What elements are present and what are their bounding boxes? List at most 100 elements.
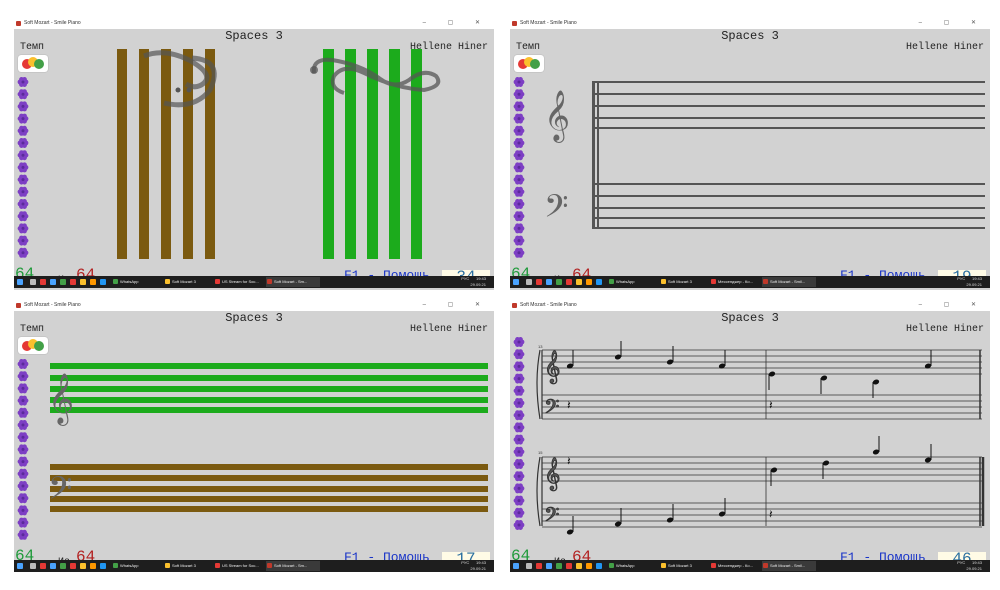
taskbar-app-label: US Stream for Soc... xyxy=(222,279,259,284)
taskbar-pinned-icon[interactable] xyxy=(556,279,562,285)
panel-grand-staff: Soft Mozart - Smile Piano – ▢ ✕ Spaces 3… xyxy=(510,18,990,290)
app-icon xyxy=(609,563,614,568)
note-icon xyxy=(924,444,932,463)
bass-clef-icon: 𝄢 xyxy=(544,188,568,232)
taskbar-pinned-icon[interactable] xyxy=(90,279,96,285)
taskbar-app[interactable]: Мессенджер - Ко... xyxy=(710,277,766,287)
taskbar-app-label: Soft Mozart - Smil... xyxy=(770,563,806,568)
language-indicator[interactable]: РУС xyxy=(957,560,966,565)
taskbar-app[interactable]: Мессенджер - Ко... xyxy=(710,561,766,571)
note-icon xyxy=(768,371,776,390)
app-icon xyxy=(763,279,768,284)
treble-clef-icon: 𝄞 xyxy=(48,373,74,426)
taskbar-pinned-icon[interactable] xyxy=(70,279,76,285)
windows-start-icon[interactable] xyxy=(17,563,23,569)
app-icon xyxy=(661,279,666,284)
taskbar-pinned-icon[interactable] xyxy=(556,563,562,569)
language-indicator[interactable]: РУС xyxy=(957,276,966,281)
taskbar-app[interactable]: WhatsApp xyxy=(112,561,168,571)
system-tray[interactable]: РУС 19:43 29.09.21 xyxy=(461,276,486,288)
taskbar-pinned-icon[interactable] xyxy=(60,563,66,569)
quarter-rest-icon: 𝄽 xyxy=(769,398,773,412)
taskbar-app[interactable]: WhatsApp xyxy=(608,277,664,287)
clock[interactable]: 19:43 29.09.21 xyxy=(966,560,982,572)
app-icon xyxy=(215,563,220,568)
taskbar-pinned-icon[interactable] xyxy=(566,279,572,285)
clock[interactable]: 19:43 29.09.21 xyxy=(470,276,486,288)
taskbar-pinned-icon[interactable] xyxy=(546,279,552,285)
app-icon xyxy=(165,563,170,568)
taskbar-pinned-icon[interactable] xyxy=(100,279,106,285)
note-icon xyxy=(924,350,932,369)
app-icon xyxy=(215,279,220,284)
taskbar-pinned-icon[interactable] xyxy=(70,563,76,569)
taskbar-pinned-icon[interactable] xyxy=(60,279,66,285)
clock[interactable]: 19:43 29.09.21 xyxy=(966,276,982,288)
taskbar-app[interactable]: US Stream for Soc... xyxy=(214,561,270,571)
taskbar-app[interactable]: Soft Mozart 3 xyxy=(660,277,714,287)
language-indicator[interactable]: РУС xyxy=(461,560,470,565)
taskbar-pinned-icon[interactable] xyxy=(80,279,86,285)
taskbar-pinned-icon[interactable] xyxy=(536,563,542,569)
language-indicator[interactable]: РУС xyxy=(461,276,470,281)
taskbar-app[interactable]: WhatsApp xyxy=(608,561,664,571)
note-icon xyxy=(566,516,574,535)
treble-clef-icon: 𝄞 xyxy=(544,457,561,491)
taskbar-pinned-icon[interactable] xyxy=(30,279,36,285)
taskbar-pinned-icon[interactable] xyxy=(596,563,602,569)
quarter-rest-icon: 𝄽 xyxy=(769,507,773,521)
taskbar-pinned-icon[interactable] xyxy=(50,563,56,569)
taskbar-pinned-icon[interactable] xyxy=(40,563,46,569)
grand-staff: 𝄞 𝄢 xyxy=(544,81,985,232)
taskbar-pinned-icon[interactable] xyxy=(576,563,582,569)
taskbar-app[interactable]: Soft Mozart 3 xyxy=(164,277,218,287)
windows-start-icon[interactable] xyxy=(17,279,23,285)
clock[interactable]: 19:43 29.09.21 xyxy=(470,560,486,572)
taskbar-pinned-icon[interactable] xyxy=(576,279,582,285)
taskbar-app-label: Soft Mozart 3 xyxy=(668,279,692,284)
app-icon xyxy=(267,563,272,568)
taskbar-app-label: Soft Mozart 3 xyxy=(172,279,196,284)
taskbar-pinned-icon[interactable] xyxy=(566,563,572,569)
taskbar-app-label: Soft Mozart 3 xyxy=(172,563,196,568)
taskbar-app[interactable]: Soft Mozart 3 xyxy=(660,561,714,571)
note-icon xyxy=(566,350,574,369)
taskbar-pinned-icon[interactable] xyxy=(586,563,592,569)
app-icon xyxy=(711,563,716,568)
taskbar-app[interactable]: Soft Mozart - Smil... xyxy=(762,277,816,287)
taskbar-pinned-icon[interactable] xyxy=(40,279,46,285)
taskbar-pinned-icon[interactable] xyxy=(586,279,592,285)
taskbar-app-label: Soft Mozart 3 xyxy=(668,563,692,568)
system-tray[interactable]: РУС 19:43 29.09.21 xyxy=(461,560,486,572)
windows-start-icon[interactable] xyxy=(513,563,519,569)
taskbar-pinned-icon[interactable] xyxy=(596,279,602,285)
taskbar-app-label: Мессенджер - Ко... xyxy=(718,563,753,568)
system-tray[interactable]: РУС 19:43 29.09.21 xyxy=(957,560,982,572)
taskbar-pinned-icon[interactable] xyxy=(536,279,542,285)
taskbar-pinned-icon[interactable] xyxy=(526,279,532,285)
taskbar-app[interactable]: US Stream for Soc... xyxy=(214,277,270,287)
taskbar-app[interactable]: Soft Mozart 3 xyxy=(164,561,218,571)
taskbar-pinned-icon[interactable] xyxy=(80,563,86,569)
taskbar-pinned-icon[interactable] xyxy=(50,279,56,285)
taskbar-app[interactable]: Soft Mozart - Sm... xyxy=(266,561,320,571)
note-icon xyxy=(770,467,778,486)
bass-clef-icon: 𝄢 xyxy=(544,395,559,423)
taskbar-pinned-icon[interactable] xyxy=(526,563,532,569)
system-tray[interactable]: РУС 19:43 29.09.21 xyxy=(957,276,982,288)
taskbar-app[interactable]: WhatsApp xyxy=(112,277,168,287)
app-icon xyxy=(711,279,716,284)
note-icon xyxy=(614,508,622,527)
quarter-rest-icon: 𝄽 xyxy=(567,454,571,468)
app-icon xyxy=(763,563,768,568)
taskbar-pinned-icon[interactable] xyxy=(546,563,552,569)
taskbar-pinned-icon[interactable] xyxy=(30,563,36,569)
quarter-rest-icon: 𝄽 xyxy=(567,398,571,412)
taskbar-pinned-icon[interactable] xyxy=(90,563,96,569)
taskbar-app-label: WhatsApp xyxy=(120,279,139,284)
taskbar-app[interactable]: Soft Mozart - Sm... xyxy=(266,277,320,287)
taskbar-pinned-icon[interactable] xyxy=(100,563,106,569)
windows-start-icon[interactable] xyxy=(513,279,519,285)
taskbar-app-label: US Stream for Soc... xyxy=(222,563,259,568)
taskbar-app[interactable]: Soft Mozart - Smil... xyxy=(762,561,816,571)
